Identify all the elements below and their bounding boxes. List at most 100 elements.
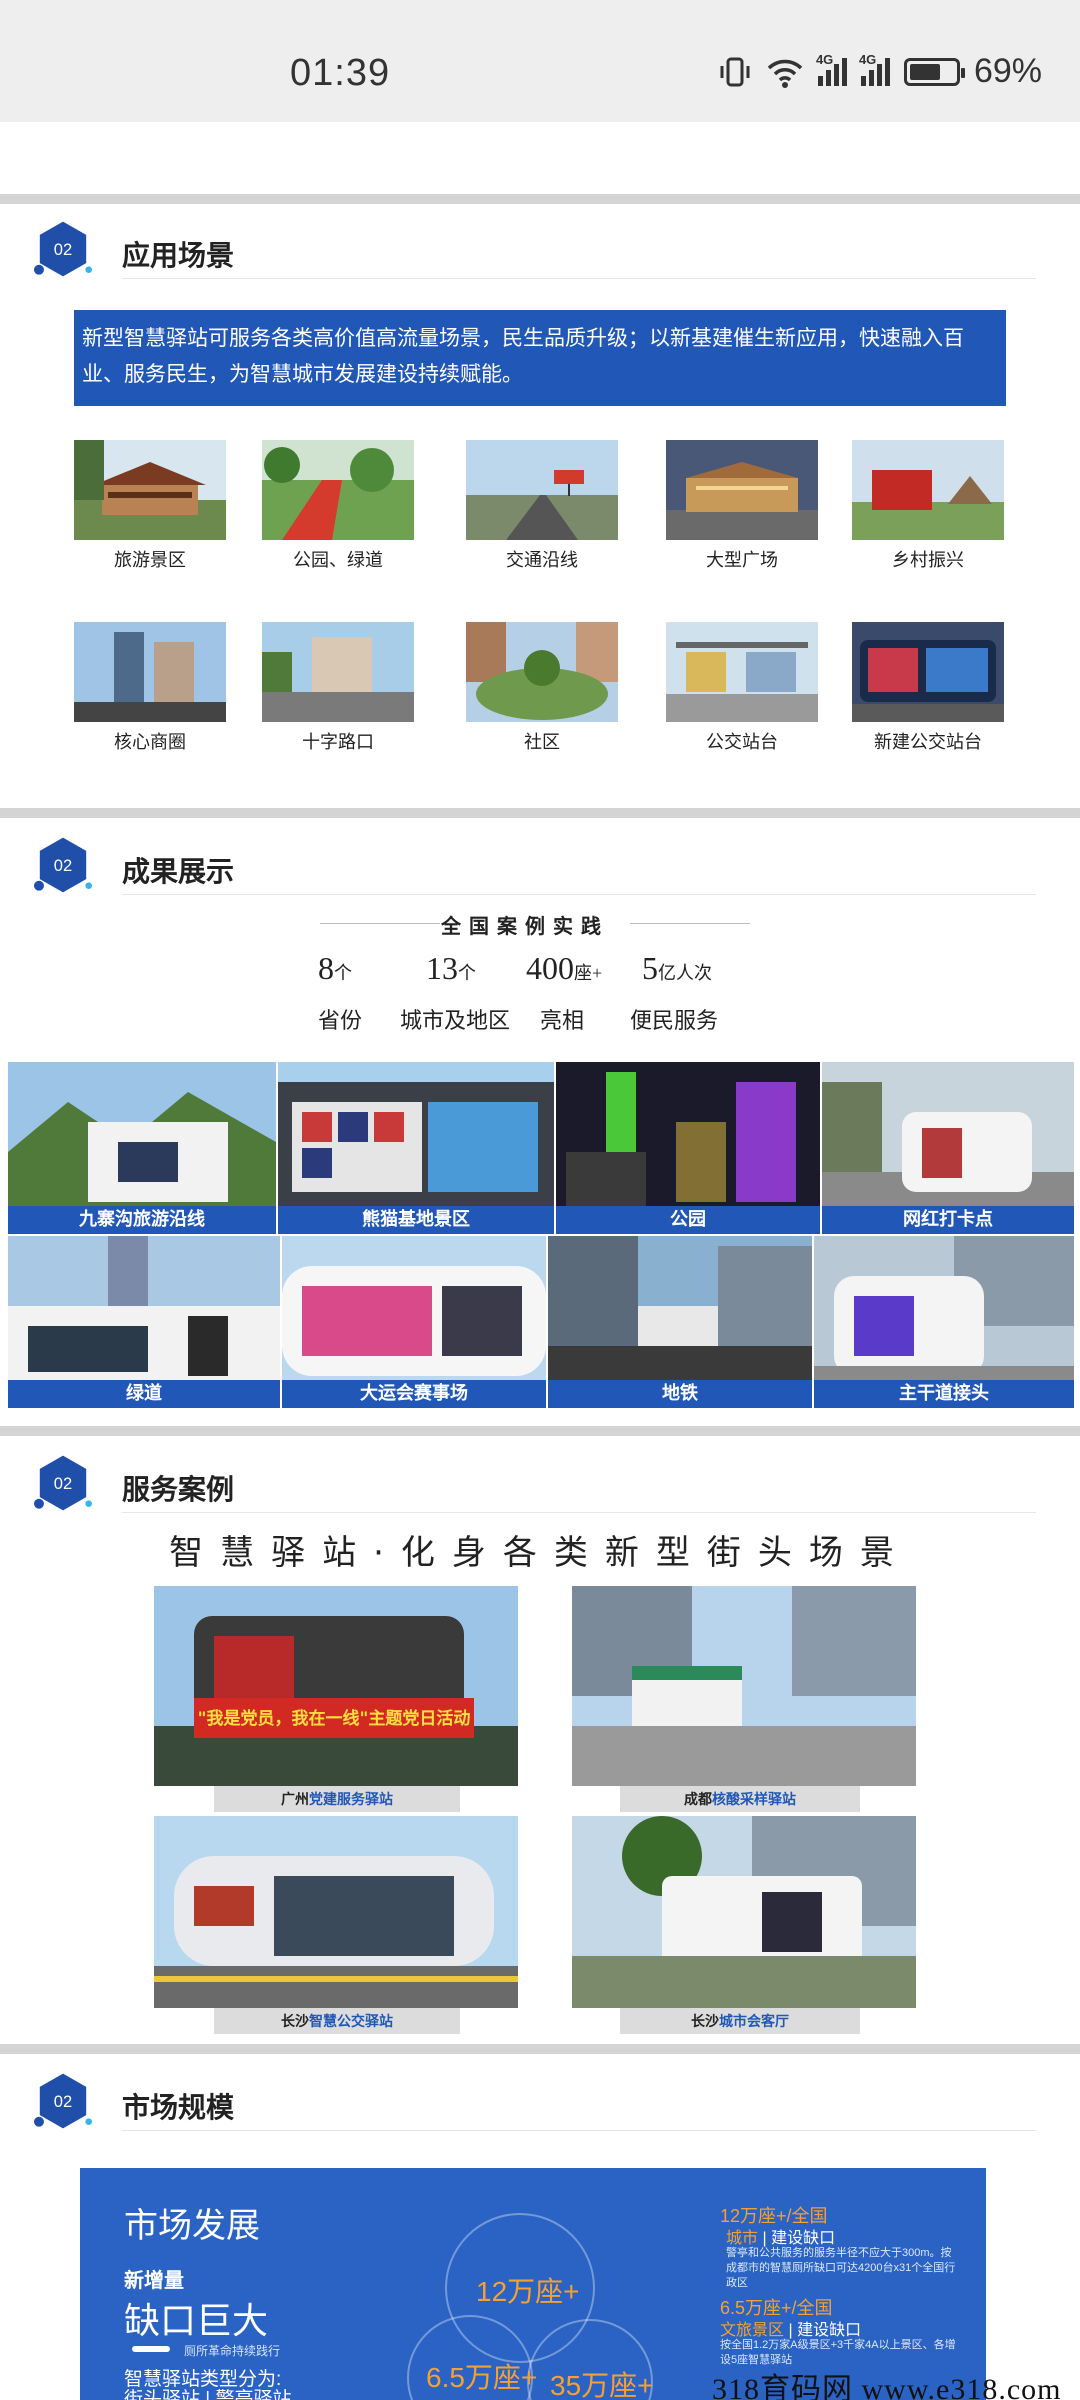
scene-card[interactable]: 十字路口 xyxy=(262,622,414,754)
section-number-badge-icon: 02 xyxy=(34,1455,92,1511)
title-underline xyxy=(122,1512,1036,1513)
case-caption: 长沙城市会客厅 xyxy=(620,2008,860,2034)
result-photo[interactable]: 大运会赛事场 xyxy=(282,1236,546,1408)
photo-label: 主干道接头 xyxy=(814,1380,1074,1408)
scene-image xyxy=(74,440,226,540)
banner-text: "我是党员，我在一线"主题党日活动 xyxy=(198,1708,471,1729)
status-bar: 01:39 4G 4G 69% xyxy=(0,0,1080,122)
scene-card[interactable]: 核心商圈 xyxy=(74,622,226,754)
scene-card[interactable]: 公园、绿道 xyxy=(262,440,414,572)
signal-1-icon: 4G xyxy=(816,52,847,86)
scene-image xyxy=(852,440,1004,540)
scene-image xyxy=(852,622,1004,722)
title-underline xyxy=(122,278,1036,279)
title-underline xyxy=(122,894,1036,895)
market-title: 市场发展 xyxy=(124,2206,260,2246)
market-new-label: 新增量 xyxy=(124,2270,184,2292)
cases-heading: 全国案例实践 xyxy=(300,910,750,939)
stat-provinces: 8个 省份 xyxy=(318,950,363,1033)
scene-label: 社区 xyxy=(524,732,560,752)
case-image: "我是党员，我在一线"主题党日活动 xyxy=(154,1586,518,1786)
title-underline xyxy=(122,2130,1036,2131)
scene-label: 交通沿线 xyxy=(506,550,578,570)
section-number-badge-icon: 02 xyxy=(34,2073,92,2129)
scene-card[interactable]: 社区 xyxy=(466,622,618,754)
scene-label: 旅游景区 xyxy=(114,550,186,570)
market-gap-sub: 厕所革命持续践行 xyxy=(184,2344,281,2358)
stat-cities: 13个 城市及地区 xyxy=(400,950,511,1033)
photo-label: 公园 xyxy=(556,1206,820,1234)
case-card[interactable]: "我是党员，我在一线"主题党日活动 广州党建服务驿站 xyxy=(154,1586,518,1816)
scene-image xyxy=(74,622,226,722)
scene-label: 十字路口 xyxy=(302,732,374,752)
section-title: 应用场景 xyxy=(122,240,235,271)
section-title: 成果展示 xyxy=(122,856,235,887)
result-photo[interactable]: 九寨沟旅游沿线 xyxy=(8,1062,276,1234)
case-card[interactable]: 长沙城市会客厅 xyxy=(572,1816,916,2040)
signal-2-icon: 4G xyxy=(859,52,890,86)
badge-number: 02 xyxy=(54,240,72,259)
photo-label: 网红打卡点 xyxy=(822,1206,1074,1234)
result-photo[interactable]: 主干道接头 xyxy=(814,1236,1074,1408)
battery-percent: 69% xyxy=(973,52,1042,90)
photo-label: 绿道 xyxy=(8,1380,280,1408)
market-r2-tags: 文旅景区 | 建设缺口 xyxy=(720,2322,862,2339)
intro-text-box: 新型智慧驿站可服务各类高价值高流量场景，民生品质升级；以新基建催生新应用，快速融… xyxy=(74,310,1006,406)
scene-card[interactable]: 交通沿线 xyxy=(466,440,618,572)
section-header-market: 02 市场规模 xyxy=(26,2072,1036,2142)
case-card[interactable]: 长沙智慧公交驿站 xyxy=(154,1816,518,2040)
photo-label: 熊猫基地景区 xyxy=(278,1206,554,1234)
case-caption: 广州党建服务驿站 xyxy=(214,1786,460,1812)
scene-card[interactable]: 新建公交站台 xyxy=(852,622,1004,754)
case-caption: 成都核酸采样驿站 xyxy=(620,1786,860,1812)
vibrate-icon xyxy=(718,55,752,89)
clock: 01:39 xyxy=(290,52,391,94)
scene-image xyxy=(262,440,414,540)
section-divider xyxy=(0,2044,1080,2054)
stat-stations: 400座+ 亮相 xyxy=(526,950,603,1033)
stat-services: 5亿人次 便民服务 xyxy=(630,950,719,1033)
photo-label: 大运会赛事场 xyxy=(282,1380,546,1408)
market-circle-3: 35万座+ xyxy=(550,2370,654,2400)
scene-label: 新建公交站台 xyxy=(874,732,982,752)
result-photo[interactable]: 公园 xyxy=(556,1062,820,1234)
cases-subtitle: 智慧驿站·化身各类新型街头场景 xyxy=(169,1533,911,1573)
photo-label: 地铁 xyxy=(548,1380,812,1408)
svg-text:02: 02 xyxy=(54,2092,72,2111)
case-card[interactable]: 成都核酸采样驿站 xyxy=(572,1586,916,1816)
market-gap: 缺口巨大 xyxy=(124,2301,269,2342)
battery-level xyxy=(909,63,941,80)
status-icons: 4G 4G 69% xyxy=(718,52,1042,91)
case-image xyxy=(572,1816,916,2008)
scene-card[interactable]: 大型广场 xyxy=(666,440,818,572)
section-title: 市场规模 xyxy=(122,2092,235,2123)
market-r1-text: 警亭和公共服务的服务半径不应大于300m。按成都市的智慧厕所缺口可达4200台x… xyxy=(726,2247,956,2289)
scene-image xyxy=(466,622,618,722)
wifi-icon xyxy=(766,55,804,89)
scene-label: 核心商圈 xyxy=(114,732,186,752)
svg-text:02: 02 xyxy=(54,1474,72,1493)
scene-card[interactable]: 公交站台 xyxy=(666,622,818,754)
result-photo[interactable]: 地铁 xyxy=(548,1236,812,1408)
section-header-results: 02 成果展示 xyxy=(26,836,1036,906)
market-circle-2: 6.5万座+ xyxy=(426,2362,538,2393)
result-photo[interactable]: 绿道 xyxy=(8,1236,280,1408)
scene-card[interactable]: 乡村振兴 xyxy=(852,440,1004,572)
scene-label: 乡村振兴 xyxy=(892,550,964,570)
network-type-1: 4G xyxy=(815,51,834,67)
result-photo[interactable]: 网红打卡点 xyxy=(822,1062,1074,1234)
scene-label: 公园、绿道 xyxy=(293,550,383,570)
photo-label: 九寨沟旅游沿线 xyxy=(8,1206,276,1234)
scene-image xyxy=(666,622,818,722)
case-caption: 长沙智慧公交驿站 xyxy=(214,2008,460,2034)
scene-image xyxy=(666,440,818,540)
scene-image xyxy=(262,622,414,722)
case-image xyxy=(154,1816,518,2008)
result-photo[interactable]: 熊猫基地景区 xyxy=(278,1062,554,1234)
scene-card[interactable]: 旅游景区 xyxy=(74,440,226,572)
market-circle-1: 12万座+ xyxy=(476,2276,580,2307)
scene-image xyxy=(466,440,618,540)
watermark-text: 318育码网 www.e318.com xyxy=(712,2373,1062,2400)
market-r1-tags: 城市 | 建设缺口 xyxy=(726,2230,836,2247)
section-divider xyxy=(0,1426,1080,1436)
